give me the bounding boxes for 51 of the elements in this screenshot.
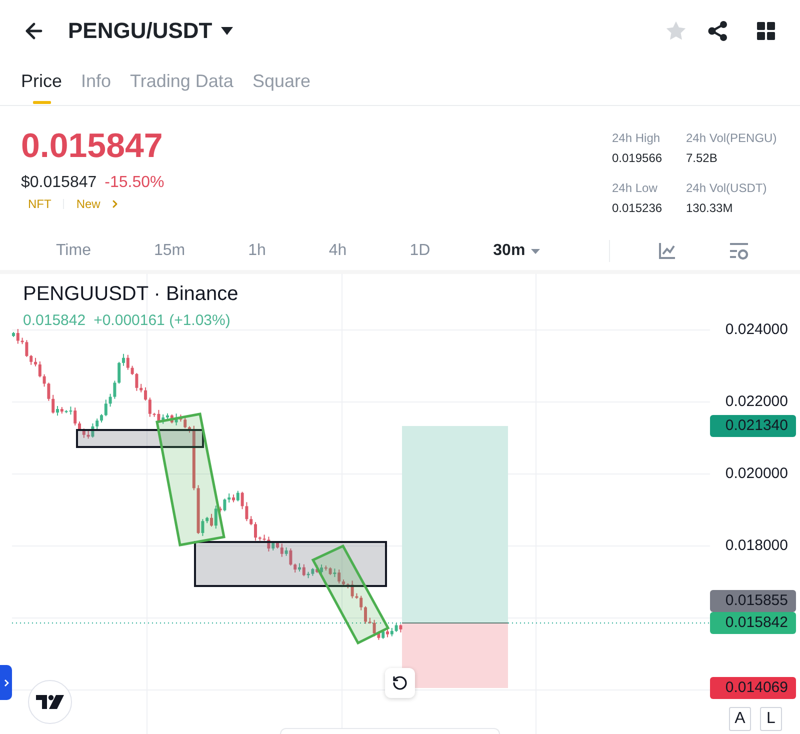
axis-label: 0.020000 — [725, 464, 788, 484]
stat-label: 24h Low — [612, 180, 658, 196]
interval-tab[interactable]: 1D — [410, 241, 430, 261]
rotate-icon[interactable] — [392, 675, 408, 691]
trend-channel[interactable] — [311, 544, 390, 645]
panel-toggle-button[interactable] — [0, 665, 12, 700]
share-icon[interactable] — [708, 21, 728, 41]
reset-button[interactable] — [385, 668, 415, 698]
axis-label: 0.024000 — [725, 320, 788, 340]
chart-line-icon[interactable] — [658, 242, 676, 260]
scale-button[interactable]: L — [760, 707, 782, 731]
price-tag: 0.015855 — [710, 590, 796, 612]
price-tag: 0.015842 — [710, 612, 796, 634]
tag-link[interactable]: New — [76, 196, 100, 212]
star-icon[interactable] — [665, 20, 687, 42]
tag-link[interactable]: NFT — [28, 196, 52, 212]
pair-title[interactable]: PENGU/USDT — [68, 17, 212, 45]
logo-icon[interactable] — [28, 680, 72, 724]
interval-tab[interactable]: 1h — [248, 241, 266, 261]
chart-symbol: PENGUUSDT · Binance — [23, 282, 238, 306]
interval-tab[interactable]: 30m — [493, 241, 540, 261]
stat-value: 0.019566 — [612, 150, 662, 166]
price-change: -15.50% — [104, 173, 164, 193]
caret-down-icon[interactable] — [221, 27, 234, 35]
tab[interactable]: Square — [252, 69, 310, 105]
stat-label: 24h High — [612, 130, 660, 146]
axis-label: 0.022000 — [725, 392, 788, 412]
grid-icon[interactable] — [757, 22, 775, 40]
stat-label: 24h Vol(USDT) — [686, 180, 767, 196]
last-price: 0.015847 — [21, 126, 163, 167]
price-tag: 0.014069 — [710, 677, 796, 699]
stat-value: 0.015236 — [612, 200, 662, 216]
interval-tab[interactable]: Time — [56, 241, 91, 261]
tab[interactable]: Info — [81, 69, 112, 105]
zone-rectangle[interactable] — [194, 541, 387, 587]
legend-change: +0.000161 (+1.03%) — [94, 311, 230, 331]
tab[interactable]: Trading Data — [130, 69, 234, 105]
axis-label: 0.018000 — [725, 536, 788, 556]
price-tag: 0.021340 — [710, 415, 796, 437]
legend-price: 0.015842 — [23, 311, 86, 331]
settings-icon[interactable] — [729, 241, 749, 261]
interval-tab[interactable]: 15m — [154, 241, 186, 261]
interval-tab[interactable]: 4h — [328, 241, 347, 261]
scale-button[interactable]: A — [729, 707, 751, 731]
trend-channel[interactable] — [156, 412, 226, 546]
chevron-right-icon[interactable] — [4, 678, 8, 686]
stat-value: 130.33M — [686, 200, 733, 216]
stat-label: 24h Vol(PENGU) — [686, 130, 777, 146]
tab[interactable]: Price — [21, 69, 62, 105]
stat-value: 7.52B — [686, 150, 718, 166]
usd-price: $0.015847 — [21, 173, 97, 193]
